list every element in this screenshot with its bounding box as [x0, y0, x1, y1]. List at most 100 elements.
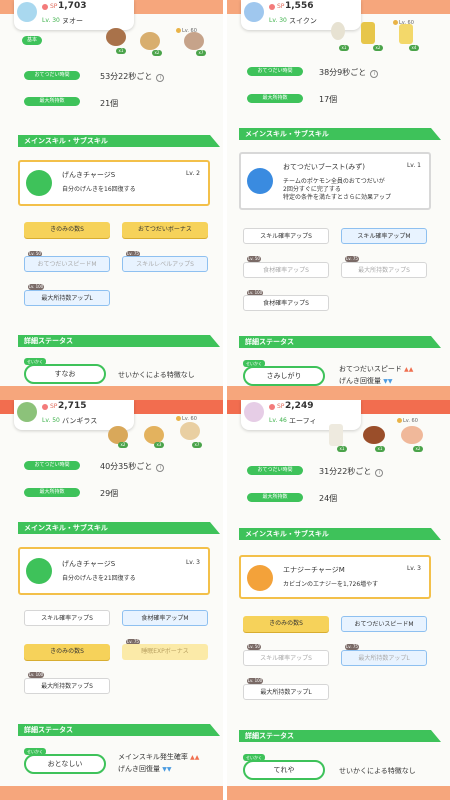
section-skills-header: メインスキル・サブスキル: [239, 128, 441, 140]
honey-icon: [399, 24, 413, 44]
mushroom-icon: [184, 32, 204, 50]
pokemon-level: Lv. 46: [269, 417, 287, 424]
subskill-button[interactable]: 最大所持数アップS: [24, 678, 110, 694]
pokemon-avatar: [17, 2, 37, 22]
ingredient-count: x2: [373, 45, 383, 51]
help-interval-label: おてつだい時間: [247, 466, 303, 475]
main-skill-level: Lv. 3: [185, 559, 200, 566]
main-skill-name: おてつだいブースト(みず): [283, 163, 365, 171]
pokemon-power: 2,249: [285, 401, 314, 411]
pokemon-level: Lv. 30: [42, 17, 60, 24]
max-carry-label: 最大所持数: [247, 94, 303, 103]
cacao-icon: [363, 426, 385, 444]
help-interval-label: おてつだい時間: [24, 461, 80, 470]
pokemon-name: ヌオー: [62, 17, 83, 25]
pokemon-panel-espeon: SP 2,249 Lv. 46 エーフィ Lv. 60 x1 x1 x2 おてつ…: [227, 400, 450, 800]
stat-down-icon: ▼▼: [383, 378, 393, 385]
bottom-bar: [227, 386, 450, 400]
pokemon-power: 2,715: [58, 401, 87, 411]
pokemon-level: Lv. 50: [42, 417, 60, 424]
stat-down-icon: ▼▼: [162, 766, 172, 773]
max-carry-label: 最大所持数: [247, 493, 303, 502]
nature-pill[interactable]: てれや: [243, 760, 325, 780]
ingredient-count: x3: [154, 442, 164, 448]
ingredient-count: x1: [116, 48, 126, 54]
subskill-button[interactable]: おてつだいスピードM: [24, 256, 110, 272]
pokemon-avatar: [17, 402, 37, 422]
help-interval-value: 40分35秒ごと i: [100, 461, 165, 472]
subskill-button[interactable]: おてつだいスピードM: [341, 616, 427, 632]
main-skill-card[interactable]: げんきチャージS Lv. 2 自分のげんきを16回復する: [18, 160, 210, 206]
main-skill-card[interactable]: おてつだいブースト(みず) Lv. 1 チームのポケモン全員のおてつだいが 2回…: [239, 152, 431, 210]
nature-pill[interactable]: おとなしい: [24, 754, 106, 774]
subskill-button[interactable]: きのみの数S: [24, 222, 110, 238]
nature-effect-up: おてつだいスピード ▲▲: [339, 365, 414, 373]
pokemon-panel-nuoh: SP 1,703 Lv. 30 ヌオー 基本 Lv. 60 x1 x2 x7 お…: [0, 0, 223, 400]
info-icon[interactable]: i: [370, 70, 379, 78]
nature-effect-down: げんき回復量 ▼▼: [118, 765, 172, 773]
main-skill-card[interactable]: エナジーチャージM Lv. 3 カビゴンのエナジーを1,726増やす: [239, 555, 431, 599]
ingredient-count: x7: [196, 50, 206, 56]
max-carry-value: 17個: [319, 95, 338, 104]
pokemon-header: SP 1,703 Lv. 30 ヌオー: [14, 0, 134, 30]
subskill-button[interactable]: 睡眠EXPボーナス: [122, 644, 208, 660]
ginger-icon: [180, 422, 200, 440]
nature-pill[interactable]: すなお: [24, 364, 106, 384]
subskill-button[interactable]: おてつだいボーナス: [122, 222, 208, 238]
main-skill-card[interactable]: げんきチャージS Lv. 3 自分のげんきを21回復する: [18, 547, 210, 595]
section-detail-header: 詳細ステータス: [18, 724, 220, 736]
help-interval-label: おてつだい時間: [24, 71, 80, 80]
potato-icon: [140, 32, 160, 50]
ingredient-count: x4: [409, 45, 419, 51]
info-icon[interactable]: i: [375, 469, 384, 477]
main-skill-level: Lv. 2: [185, 170, 200, 177]
help-interval-value: 38分9秒ごと i: [319, 67, 379, 78]
section-skills-header: メインスキル・サブスキル: [18, 135, 220, 147]
max-carry-value: 21個: [100, 99, 119, 108]
pokemon-power: 1,556: [285, 1, 314, 11]
nature-effect: せいかくによる特徴なし: [339, 767, 416, 775]
nature-pill[interactable]: さみしがり: [243, 366, 325, 386]
sp-icon: SP: [269, 403, 284, 410]
section-detail-header: 詳細ステータス: [18, 335, 220, 347]
subskill-button[interactable]: スキルレベルアップS: [122, 256, 208, 272]
subskill-button[interactable]: 食材確率アップS: [243, 262, 329, 278]
main-skill-desc: 自分のげんきを21回復する: [62, 575, 136, 582]
max-carry-label: 最大所持数: [24, 488, 80, 497]
nature-effect: せいかくによる特徴なし: [118, 371, 195, 379]
energy-charge-icon: [26, 558, 52, 584]
subskill-button[interactable]: スキル確率アップS: [24, 610, 110, 626]
subskill-button[interactable]: スキル確率アップS: [243, 228, 329, 244]
bottom-bar: [0, 386, 223, 400]
subskill-button[interactable]: 食材確率アップM: [122, 610, 208, 626]
subskill-button[interactable]: 食材確率アップS: [243, 295, 329, 311]
subskill-button[interactable]: スキル確率アップM: [341, 228, 427, 244]
ingredient-level: Lv. 60: [176, 28, 197, 34]
subskill-button[interactable]: 最大所持数アップL: [243, 684, 329, 700]
mushroom-icon: [106, 28, 126, 46]
main-skill-desc-3: 特定の条件を満たすとさらに効果アップ: [283, 194, 392, 201]
section-detail-header: 詳細ステータス: [239, 336, 441, 348]
subskill-button[interactable]: きのみの数S: [24, 644, 110, 660]
subskill-button[interactable]: 最大所持数アップS: [341, 262, 427, 278]
oil-icon: [361, 22, 375, 44]
water-drop-icon: [247, 168, 273, 194]
help-interval-value: 31分22秒ごと i: [319, 466, 384, 477]
main-skill-desc-2: 2回分すぐに完了する: [283, 186, 341, 193]
subskill-button[interactable]: 最大所持数アップL: [24, 290, 110, 306]
sp-icon: SP: [42, 403, 57, 410]
section-skills-header: メインスキル・サブスキル: [18, 522, 220, 534]
ingredient-count: x2: [413, 446, 423, 452]
pokemon-name: バンギラス: [62, 417, 98, 425]
info-icon[interactable]: i: [156, 74, 165, 82]
section-detail-header: 詳細ステータス: [239, 730, 441, 742]
subskill-button[interactable]: 最大所持数アップL: [341, 650, 427, 666]
subskill-button[interactable]: スキル確率アップS: [243, 650, 329, 666]
pokemon-panel-tyranitar: SP 2,715 Lv. 50 バンギラス Lv. 60 x2 x3 x7 おて…: [0, 400, 223, 800]
main-skill-desc: 自分のげんきを16回復する: [62, 186, 136, 193]
info-icon[interactable]: i: [156, 464, 165, 472]
main-skill-desc-1: チームのポケモン全員のおてつだいが: [283, 178, 385, 185]
max-carry-value: 24個: [319, 494, 338, 503]
subskill-button[interactable]: きのみの数S: [243, 616, 329, 632]
pokemon-avatar: [244, 402, 264, 422]
